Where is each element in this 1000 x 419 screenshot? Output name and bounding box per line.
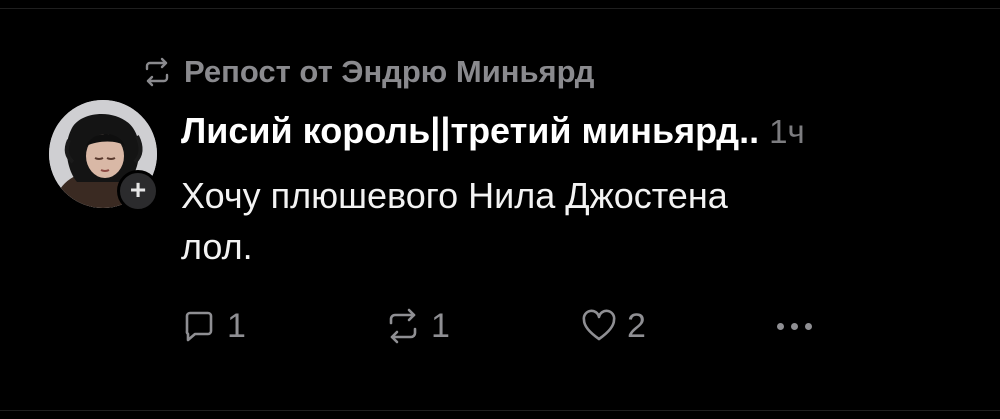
post-header: Лисий король||третий миньярд.. 1ч [181, 110, 805, 154]
repost-icon [385, 308, 421, 344]
top-divider [0, 8, 1000, 9]
action-bar: 1 1 2 [181, 304, 841, 348]
like-button[interactable]: 2 [581, 304, 646, 348]
reply-count: 1 [227, 306, 246, 345]
avatar-container[interactable]: + [49, 100, 159, 212]
bottom-divider [0, 410, 1000, 411]
post-body: Хочу плюшевого Нила Джостена лол. [181, 170, 941, 272]
repost-button[interactable]: 1 [385, 304, 450, 348]
reply-button[interactable]: 1 [181, 304, 246, 348]
more-options-button[interactable] [777, 304, 812, 348]
post-text-line: лол. [181, 226, 253, 267]
heart-icon [581, 308, 617, 344]
follow-button[interactable]: + [117, 170, 159, 212]
plus-icon: + [129, 174, 147, 205]
post-text-line: Хочу плюшевого Нила Джостена [181, 175, 728, 216]
like-count: 2 [627, 306, 646, 345]
repost-count: 1 [431, 306, 450, 345]
more-dots-icon [777, 322, 812, 330]
repost-icon [142, 57, 172, 87]
repost-indicator[interactable]: Репост от Эндрю Миньярд [142, 52, 594, 92]
repost-label: Репост от Эндрю Миньярд [184, 54, 595, 89]
comment-icon [181, 308, 217, 344]
author-name[interactable]: Лисий король||третий миньярд.. [181, 110, 759, 152]
post-time: 1ч [769, 113, 805, 150]
